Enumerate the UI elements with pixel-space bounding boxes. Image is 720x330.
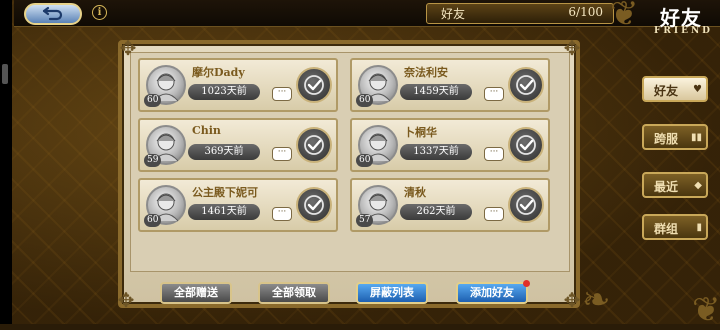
ornament-icon: ❧ [582,280,611,320]
friend-name: 摩尔Dady [192,66,245,79]
friend-name: 卜桐华 [404,126,437,139]
friend-name: 奈法利安 [404,66,448,79]
tab-label: 群组 [654,222,679,236]
last-online: 1337天前 [400,144,472,160]
gift-button[interactable] [296,127,332,163]
chat-bubble-icon[interactable]: ··· [272,207,292,221]
screen-edge [0,0,12,324]
corner-ornament-icon: ✥ [119,36,137,60]
last-online: 1461天前 [188,204,260,220]
edge-handle [2,64,8,84]
tab-label: 最近 [654,180,679,194]
tab-cross-server[interactable]: 跨服 ▮▮ [642,124,708,150]
chat-bubble-icon[interactable]: ··· [484,207,504,221]
tab-group[interactable]: 群组 ▮ [642,214,708,240]
chat-bubble-icon[interactable]: ··· [272,87,292,101]
corner-ornament-icon: ✥ [563,288,581,312]
send-gift-icon [516,195,536,215]
gift-button[interactable] [296,67,332,103]
ornament-icon: ❦ [610,0,639,34]
friend-name: 公主殿下妮可 [192,186,258,199]
corner-ornament-icon: ✥ [117,288,135,312]
gift-button[interactable] [508,127,544,163]
friend-card[interactable]: 60 摩尔Dady 1023天前 ··· [138,58,338,112]
page-subtitle: FRIEND [654,26,713,36]
last-online: 262天前 [400,204,472,220]
gift-button[interactable] [296,187,332,223]
back-button[interactable] [24,3,82,25]
chat-bubble-icon[interactable]: ··· [484,87,504,101]
level-badge: 60 [144,94,162,107]
friend-card[interactable]: 60 奈法利安 1459天前 ··· [350,58,550,112]
send-gift-icon [516,135,536,155]
ornament-icon: ❦ [692,290,720,330]
level-badge: 57 [356,214,374,227]
chat-bubble-icon[interactable]: ··· [272,147,292,161]
tab-friends[interactable]: 好友 ♥ [642,76,708,102]
gift-button[interactable] [508,187,544,223]
friend-name: Chin [192,124,221,137]
friend-name: 清秋 [404,186,426,199]
chat-bubble-icon[interactable]: ··· [484,147,504,161]
friend-card[interactable]: 60 卜桐华 1337天前 ··· [350,118,550,172]
add-friend-label: 添加好友 [470,286,514,299]
tab-label: 好友 [654,84,679,98]
recent-icon: ◆ [694,180,702,191]
friend-card[interactable]: 60 公主殿下妮可 1461天前 ··· [138,178,338,232]
corner-ornament-icon: ✥ [563,36,581,60]
block-list-button[interactable]: 屏蔽列表 [356,282,428,304]
friend-card[interactable]: 57 清秋 262天前 ··· [350,178,550,232]
info-icon[interactable]: i [92,5,107,20]
send-gift-icon [304,195,324,215]
send-gift-icon [304,75,324,95]
add-friend-button[interactable]: 添加好友 [456,280,530,304]
gift-button[interactable] [508,67,544,103]
friend-count-value: 6/100 [568,5,603,19]
level-badge: 60 [356,94,374,107]
claim-all-button[interactable]: 全部领取 [258,282,330,304]
friend-count-bar: 好友 6/100 [426,3,614,24]
send-gift-icon [516,75,536,95]
level-badge: 59 [144,154,162,167]
group-icon: ▮ [696,222,702,233]
notification-dot [523,280,530,287]
tab-recent[interactable]: 最近 ◆ [642,172,708,198]
back-arrow-icon [42,6,63,21]
heart-icon: ♥ [693,84,702,95]
gift-all-button[interactable]: 全部赠送 [160,282,232,304]
last-online: 1023天前 [188,84,260,100]
last-online: 369天前 [188,144,260,160]
server-icon: ▮▮ [690,132,702,143]
friend-card[interactable]: 59 Chin 369天前 ··· [138,118,338,172]
last-online: 1459天前 [400,84,472,100]
level-badge: 60 [356,154,374,167]
send-gift-icon [304,135,324,155]
tab-label: 跨服 [654,132,679,146]
level-badge: 60 [144,214,162,227]
friend-count-label: 好友 [441,7,466,21]
